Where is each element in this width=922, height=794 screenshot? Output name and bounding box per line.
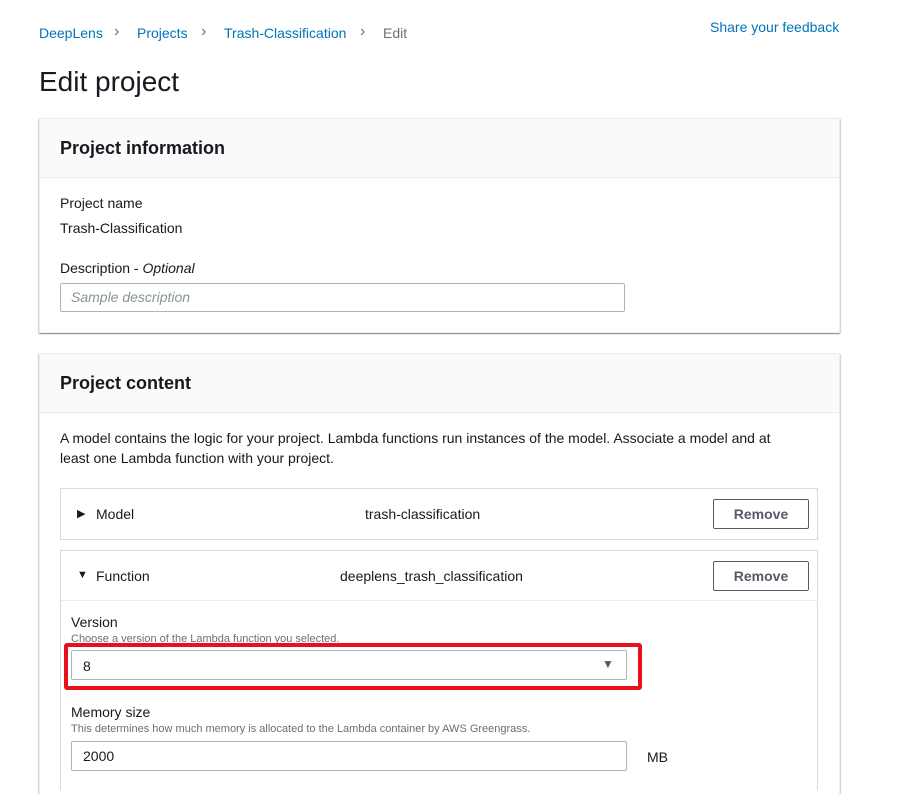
optional-label: Optional bbox=[142, 260, 195, 276]
function-row: ▼ Function deeplens_trash_classification… bbox=[60, 550, 818, 790]
breadcrumb-trash-classification[interactable]: Trash-Classification bbox=[224, 24, 346, 42]
function-label[interactable]: Function bbox=[96, 567, 150, 585]
description-label: Description - Optional bbox=[60, 260, 195, 276]
breadcrumb-deeplens[interactable]: DeepLens bbox=[39, 24, 103, 42]
page-title: Edit project bbox=[39, 66, 180, 97]
model-label[interactable]: Model bbox=[96, 505, 134, 523]
description-input[interactable]: Sample description bbox=[60, 283, 625, 312]
breadcrumb-projects[interactable]: Projects bbox=[137, 24, 188, 42]
remove-model-button[interactable]: Remove bbox=[713, 499, 809, 529]
panel-title: Project information bbox=[60, 138, 226, 158]
caret-right-icon[interactable]: ▶ bbox=[77, 507, 85, 520]
breadcrumb-separator: › bbox=[201, 23, 207, 40]
model-value: trash-classification bbox=[365, 506, 481, 522]
project-content-panel: Project content A model contains the log… bbox=[39, 353, 840, 794]
memory-size-input[interactable]: 2000 bbox=[71, 741, 627, 771]
panel-title: Project content bbox=[60, 373, 192, 393]
breadcrumb-separator: › bbox=[114, 23, 120, 40]
remove-function-button[interactable]: Remove bbox=[713, 561, 809, 591]
description-placeholder: Sample description bbox=[71, 289, 191, 305]
memory-size-value: 2000 bbox=[83, 748, 115, 764]
share-feedback-link[interactable]: Share your feedback bbox=[710, 19, 839, 35]
project-information-panel: Project information Project name Trash-C… bbox=[39, 118, 840, 333]
panel-header: Project content bbox=[40, 354, 839, 413]
model-row: ▶ Model trash-classification Remove bbox=[60, 488, 818, 540]
content-intro-line-2: least one Lambda function with your proj… bbox=[60, 450, 334, 466]
memory-size-hint: This determines how much memory is alloc… bbox=[71, 723, 531, 735]
function-value: deeplens_trash_classification bbox=[340, 568, 523, 584]
project-name-label: Project name bbox=[60, 195, 143, 211]
divider bbox=[61, 600, 817, 601]
panel-header: Project information bbox=[40, 119, 839, 178]
breadcrumb-separator: › bbox=[360, 23, 366, 40]
version-label: Version bbox=[71, 614, 118, 630]
content-intro-line-1: A model contains the logic for your proj… bbox=[60, 430, 771, 446]
caret-down-icon[interactable]: ▼ bbox=[77, 569, 88, 581]
project-name-value: Trash-Classification bbox=[60, 220, 183, 236]
memory-size-label: Memory size bbox=[71, 704, 151, 720]
highlight-box bbox=[64, 643, 642, 690]
memory-unit: MB bbox=[647, 749, 668, 765]
breadcrumb-current: Edit bbox=[383, 25, 408, 41]
